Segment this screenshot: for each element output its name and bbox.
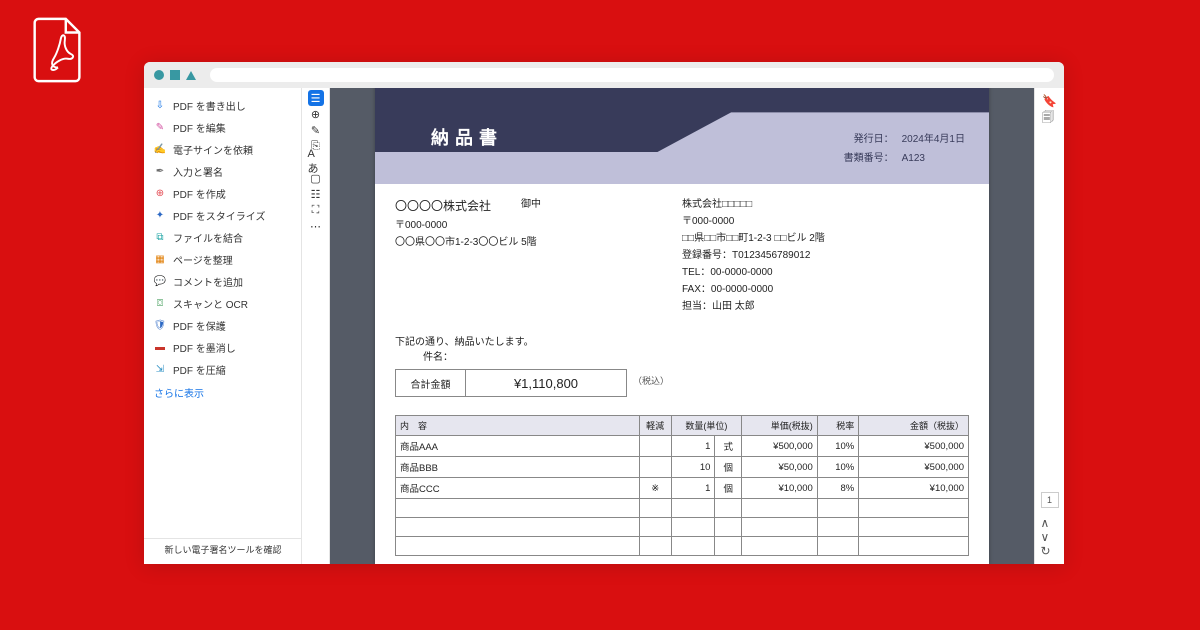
- tool-icon: ⊕: [154, 187, 166, 199]
- sidebar-item-label: コメントを追加: [173, 274, 243, 289]
- rail-bottom-icon-0[interactable]: ∧: [1041, 516, 1059, 530]
- sidebar-item-7[interactable]: ▦ ページを整理: [144, 248, 301, 270]
- tool-icon: ✍: [154, 143, 166, 155]
- window-dot-icon: [154, 70, 164, 80]
- tool-icon: ▦: [154, 253, 166, 265]
- total-box: 合計金額 ¥1,110,800: [395, 369, 627, 397]
- document-page: 納品書 発行日：2024年4月1日 書類番号：A123 〇〇〇〇株式会社御中 〒…: [375, 88, 989, 564]
- app-window: ⇩ PDF を書き出し ✎ PDF を編集 ✍ 電子サインを依頼 ✒ 入力と署名 ⊕ PDF を作…: [144, 62, 1064, 564]
- sidebar-item-0[interactable]: ⇩ PDF を書き出し: [144, 94, 301, 116]
- toolstrip-icon-2[interactable]: ✎: [308, 122, 324, 138]
- doc-header: 納品書 発行日：2024年4月1日 書類番号：A123: [375, 88, 989, 184]
- sidebar-item-2[interactable]: ✍ 電子サインを依頼: [144, 138, 301, 160]
- sidebar-item-3[interactable]: ✒ 入力と署名: [144, 160, 301, 182]
- sidebar-item-11[interactable]: ▬ PDF を墨消し: [144, 336, 301, 358]
- sidebar-item-4[interactable]: ⊕ PDF を作成: [144, 182, 301, 204]
- rail-bottom-icon-1[interactable]: ∨: [1041, 530, 1059, 544]
- url-bar[interactable]: [210, 68, 1054, 82]
- table-row: [396, 537, 969, 556]
- table-row: 商品BBB10個¥50,00010%¥500,000: [396, 457, 969, 478]
- sidebar-item-9[interactable]: ⌼ スキャンと OCR: [144, 292, 301, 314]
- sidebar-item-label: ページを整理: [173, 252, 233, 267]
- sidebar-item-label: 電子サインを依頼: [173, 142, 253, 157]
- sidebar-show-more[interactable]: さらに表示: [144, 380, 301, 405]
- tool-icon: ✒: [154, 165, 166, 177]
- toolstrip-icon-7[interactable]: ⛶: [308, 202, 324, 218]
- sidebar-item-label: 入力と署名: [173, 164, 223, 179]
- sidebar-item-label: PDF を墨消し: [173, 340, 236, 355]
- sidebar-item-label: ファイルを結合: [173, 230, 243, 245]
- tool-icon: ⧉: [154, 231, 166, 243]
- sidebar-item-6[interactable]: ⧉ ファイルを結合: [144, 226, 301, 248]
- sender-block: 株式会社□□□□□ 〒000-0000 □□県□□市□□町1-2-3 □□ビル …: [682, 198, 969, 317]
- toolstrip-icon-1[interactable]: ⊕: [308, 106, 324, 122]
- document-area: 納品書 発行日：2024年4月1日 書類番号：A123 〇〇〇〇株式会社御中 〒…: [330, 88, 1034, 564]
- tool-icon: ⇩: [154, 99, 166, 111]
- issue-date: 2024年4月1日: [902, 134, 965, 145]
- sidebar-item-8[interactable]: 💬 コメントを追加: [144, 270, 301, 292]
- sidebar-item-label: PDF を書き出し: [173, 98, 246, 113]
- vertical-toolstrip: ☰⊕✎⎘Aあ▢☷⛶⋯: [302, 88, 330, 564]
- tool-icon: ⌼: [154, 297, 166, 309]
- window-triangle-icon: [186, 71, 196, 80]
- table-row: 商品CCC※1個¥10,0008%¥10,000: [396, 478, 969, 499]
- tool-icon: ✎: [154, 121, 166, 133]
- tool-icon: ✦: [154, 209, 166, 221]
- sidebar-item-label: PDF を圧縮: [173, 362, 226, 377]
- tool-icon: ⇲: [154, 363, 166, 375]
- tools-sidebar: ⇩ PDF を書き出し ✎ PDF を編集 ✍ 電子サインを依頼 ✒ 入力と署名 ⊕ PDF を作…: [144, 88, 302, 564]
- table-row: [396, 518, 969, 537]
- rail-top-icon-1[interactable]: 🗐: [1042, 108, 1057, 129]
- sidebar-item-label: スキャンと OCR: [173, 296, 248, 311]
- tool-icon: 🛡: [154, 319, 166, 331]
- subject-label: 件名：: [395, 348, 969, 363]
- client-block: 〇〇〇〇株式会社御中 〒000-0000 〇〇県〇〇市1-2-3〇〇ビル 5階: [395, 198, 682, 317]
- sidebar-item-10[interactable]: 🛡 PDF を保護: [144, 314, 301, 336]
- doc-number: A123: [902, 153, 925, 164]
- titlebar: [144, 62, 1064, 88]
- note-text: 下記の通り、納品いたします。: [395, 333, 969, 348]
- window-square-icon: [170, 70, 180, 80]
- items-table: 内 容 軽減 数量(単位) 単価(税抜) 税率 金額（税抜） 商品AAA1式¥5…: [395, 415, 969, 556]
- sidebar-item-label: PDF をスタイライズ: [173, 208, 265, 223]
- right-rail: 🔖🗐 1 ∧∨↻: [1034, 88, 1064, 564]
- toolstrip-icon-8[interactable]: ⋯: [308, 218, 324, 234]
- adobe-pdf-logo-icon: [28, 15, 88, 85]
- page-number[interactable]: 1: [1041, 492, 1059, 508]
- tool-icon: 💬: [154, 275, 166, 287]
- sidebar-item-1[interactable]: ✎ PDF を編集: [144, 116, 301, 138]
- sidebar-footer[interactable]: 新しい電子署名ツールを確認: [144, 538, 302, 560]
- toolstrip-icon-4[interactable]: Aあ: [308, 154, 324, 170]
- doc-title: 納品書: [431, 124, 503, 150]
- tool-icon: ▬: [154, 341, 166, 353]
- toolstrip-icon-6[interactable]: ☷: [308, 186, 324, 202]
- sidebar-item-12[interactable]: ⇲ PDF を圧縮: [144, 358, 301, 380]
- table-row: 商品AAA1式¥500,00010%¥500,000: [396, 436, 969, 457]
- sidebar-item-label: PDF を保護: [173, 318, 226, 333]
- rail-top-icon-0[interactable]: 🔖: [1042, 94, 1057, 108]
- rail-bottom-icon-2[interactable]: ↻: [1041, 544, 1059, 558]
- sidebar-item-label: PDF を編集: [173, 120, 226, 135]
- sidebar-item-label: PDF を作成: [173, 186, 226, 201]
- sidebar-item-5[interactable]: ✦ PDF をスタイライズ: [144, 204, 301, 226]
- toolstrip-icon-0[interactable]: ☰: [308, 90, 324, 106]
- table-row: [396, 499, 969, 518]
